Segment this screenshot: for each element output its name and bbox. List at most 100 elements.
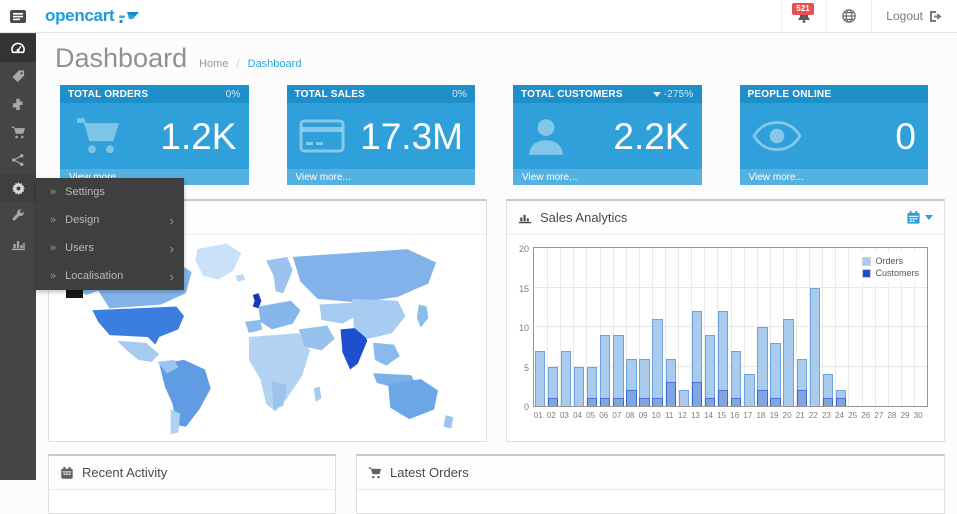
bar-customers	[548, 398, 558, 406]
sidebar-item-extensions[interactable]	[0, 90, 36, 118]
x-tick-label: 29	[901, 411, 910, 420]
x-tick-label: 12	[678, 411, 687, 420]
submenu-item-label: Settings	[65, 186, 105, 198]
tile-title: TOTAL ORDERS	[68, 89, 148, 100]
x-tick-label: 15	[717, 411, 726, 420]
system-submenu: » Settings » Design › » Users › » Locali…	[36, 178, 184, 290]
submenu-item-localisation[interactable]: » Localisation ›	[36, 262, 184, 290]
legend-label: Orders	[875, 256, 903, 266]
tile-view-more-link[interactable]: View more...	[513, 169, 702, 185]
logout-button[interactable]: Logout	[871, 0, 957, 32]
tile-view-more-link[interactable]: View more...	[287, 169, 476, 185]
tile-header: TOTAL SALES 0%	[287, 85, 476, 103]
bar-customers	[705, 398, 715, 406]
bar-orders	[744, 374, 754, 406]
logout-icon	[929, 10, 943, 23]
tag-icon	[11, 69, 26, 84]
tile-body: 0	[740, 103, 929, 169]
logo-cart-icon	[118, 10, 140, 24]
latest-orders-panel: Latest Orders	[356, 454, 945, 514]
sidebar-item-marketing[interactable]	[0, 146, 36, 174]
menu-toggle-icon	[10, 10, 26, 23]
panel-title: Recent Activity	[82, 465, 167, 480]
legend-item-orders: Orders	[862, 256, 919, 266]
chart-area: 05101520 0102030405060708091011121314151…	[533, 247, 928, 407]
breadcrumb: Home / Dashboard	[199, 58, 301, 70]
bar-orders	[613, 335, 623, 406]
sidebar-item-catalog[interactable]	[0, 62, 36, 90]
stat-tiles-row: TOTAL ORDERS 0% 1.2K View more... TOTAL …	[60, 85, 928, 185]
cart-icon	[368, 466, 382, 480]
chevron-right-icon: ›	[170, 241, 174, 256]
date-range-button[interactable]	[906, 210, 933, 225]
bar-orders	[600, 335, 610, 406]
sidebar-item-reports[interactable]	[0, 230, 36, 258]
logout-label: Logout	[886, 9, 923, 23]
sidebar-item-dashboard[interactable]	[0, 34, 36, 62]
submenu-item-users[interactable]: » Users ›	[36, 234, 184, 262]
stores-button[interactable]	[826, 0, 871, 32]
sidebar-item-system[interactable]	[0, 174, 36, 202]
bar-customers	[652, 398, 662, 406]
x-tick-label: 22	[809, 411, 818, 420]
menu-toggle-button[interactable]	[0, 0, 36, 32]
submenu-item-label: Design	[65, 214, 99, 226]
user-icon	[525, 115, 567, 157]
bar-orders	[705, 335, 715, 406]
notifications-button[interactable]: 521	[781, 0, 826, 32]
logo-text: opencart	[45, 6, 114, 26]
sidebar-item-tools[interactable]	[0, 202, 36, 230]
double-chevron-icon: »	[50, 214, 56, 226]
bar-customers	[770, 398, 780, 406]
bar-customers	[757, 390, 767, 406]
chevron-right-icon: ›	[170, 213, 174, 228]
page-title: Dashboard	[55, 43, 187, 74]
bar-orders	[679, 390, 689, 406]
trend-down-icon	[653, 92, 661, 97]
tile-body: 2.2K	[513, 103, 702, 169]
tile-percent: -275%	[653, 89, 694, 100]
panel-title: Sales Analytics	[540, 210, 627, 225]
opencart-logo[interactable]: opencart	[45, 0, 140, 32]
tile-header: PEOPLE ONLINE	[740, 85, 929, 103]
topbar-actions: 521 Logout	[781, 0, 957, 32]
x-tick-label: 04	[573, 411, 582, 420]
x-tick-label: 13	[691, 411, 700, 420]
x-tick-label: 26	[861, 411, 870, 420]
calendar-icon	[60, 466, 74, 480]
tile-total-customers: TOTAL CUSTOMERS -275% 2.2K View more...	[513, 85, 702, 185]
bar-customers	[639, 398, 649, 406]
sales-analytics-panel: Sales Analytics	[506, 199, 945, 442]
submenu-item-settings[interactable]: » Settings	[36, 178, 184, 206]
recent-activity-panel: Recent Activity	[48, 454, 336, 514]
notification-badge: 521	[792, 3, 813, 15]
bottom-row: Recent Activity Latest Orders	[48, 454, 945, 514]
cart-icon	[11, 125, 26, 140]
breadcrumb-home[interactable]: Home	[199, 58, 228, 70]
breadcrumb-separator: /	[237, 58, 240, 70]
gear-icon	[11, 181, 26, 196]
x-tick-label: 28	[887, 411, 896, 420]
tile-body: 1.2K	[60, 103, 249, 169]
bar-customers	[823, 398, 833, 406]
latest-orders-header: Latest Orders	[357, 456, 944, 490]
bar-customers	[626, 390, 636, 406]
x-tick-label: 20	[783, 411, 792, 420]
tile-view-more-link[interactable]: View more...	[740, 169, 929, 185]
x-tick-label: 27	[874, 411, 883, 420]
breadcrumb-current[interactable]: Dashboard	[248, 58, 302, 70]
sales-analytics-chart: 05101520 0102030405060708091011121314151…	[507, 235, 944, 441]
tile-total-orders: TOTAL ORDERS 0% 1.2K View more...	[60, 85, 249, 185]
tile-title: PEOPLE ONLINE	[748, 89, 832, 100]
submenu-item-design[interactable]: » Design ›	[36, 206, 184, 234]
bar-orders	[810, 288, 820, 407]
grid-line-vertical	[678, 248, 679, 406]
bar-orders	[770, 343, 780, 406]
submenu-item-label: Localisation	[65, 270, 123, 282]
sidebar-item-sales[interactable]	[0, 118, 36, 146]
x-tick-label: 21	[796, 411, 805, 420]
recent-activity-header: Recent Activity	[49, 456, 335, 490]
x-tick-label: 08	[625, 411, 634, 420]
tile-header: TOTAL CUSTOMERS -275%	[513, 85, 702, 103]
x-tick-label: 17	[743, 411, 752, 420]
